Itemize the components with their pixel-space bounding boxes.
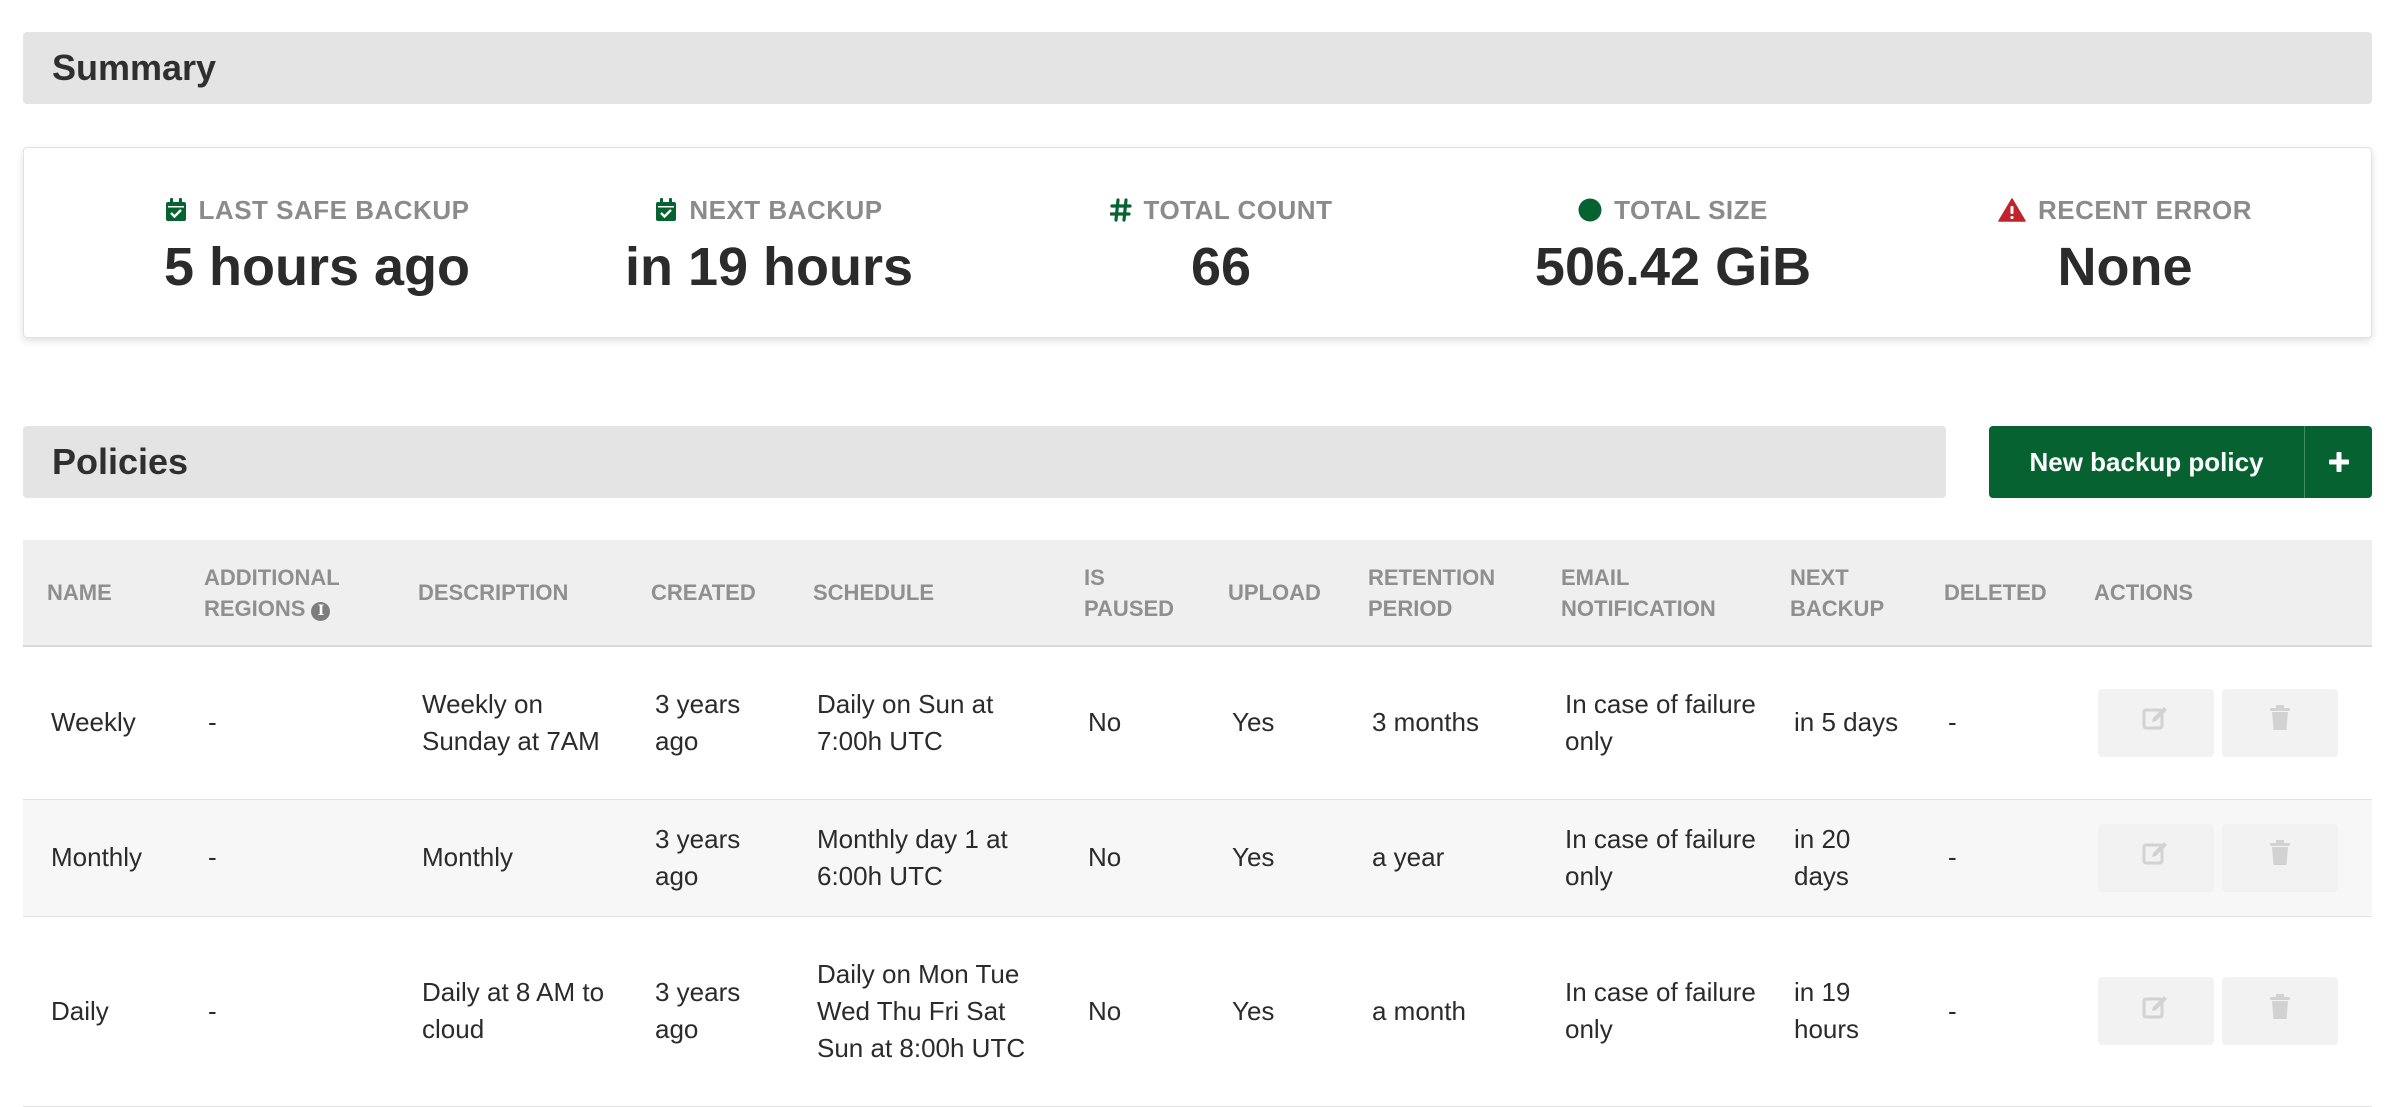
cell-additional-regions: - — [208, 707, 217, 738]
cell-schedule: Daily on Sun at 7:00h UTC — [817, 688, 994, 756]
cell-email-notification: In case of failure only — [1565, 977, 1756, 1044]
column-header-additional-regions[interactable]: ADDITIONAL REGIONS i — [180, 540, 394, 647]
cell-deleted: - — [1948, 995, 1957, 1026]
edit-button[interactable] — [2098, 977, 2214, 1045]
cell-email-notification: In case of failure only — [1565, 688, 1756, 756]
edit-button[interactable] — [2098, 688, 2214, 757]
delete-button[interactable] — [2222, 977, 2338, 1045]
cell-name: Monthly — [51, 842, 143, 872]
cell-next-backup: in 19 hours — [1794, 977, 1860, 1044]
column-header-retention-period[interactable]: RETENTION PERIOD — [1344, 540, 1537, 647]
column-header-description[interactable]: DESCRIPTION — [394, 540, 627, 647]
stat-value: 506.42 GiB — [1534, 237, 1812, 297]
policies-title: Policies — [52, 441, 189, 482]
column-header-schedule[interactable]: SCHEDULE — [789, 540, 1060, 647]
stat-total-count: TOTAL COUNT 66 — [995, 148, 1447, 298]
stat-label: LAST SAFE BACKUP — [198, 194, 470, 225]
trash-icon — [2269, 839, 2291, 876]
plus-icon — [2305, 426, 2372, 498]
summary-title: Summary — [52, 47, 217, 88]
stat-label: TOTAL COUNT — [1143, 194, 1333, 225]
cell-retention-period: a month — [1372, 995, 1466, 1026]
cell-additional-regions: - — [208, 995, 217, 1026]
column-header-actions: ACTIONS — [2070, 540, 2372, 647]
warning-triangle-icon — [1998, 198, 2026, 222]
cell-upload: Yes — [1232, 707, 1275, 738]
delete-button[interactable] — [2222, 823, 2338, 892]
column-header-created[interactable]: CREATED — [627, 540, 789, 647]
cell-deleted: - — [1948, 842, 1957, 872]
new-backup-policy-button[interactable]: New backup policy — [1989, 426, 2372, 498]
cell-name: Daily — [51, 995, 109, 1026]
cell-actions — [2070, 799, 2372, 916]
cell-name: Weekly — [51, 707, 136, 738]
info-icon[interactable]: i — [311, 601, 331, 621]
cell-actions — [2070, 646, 2372, 799]
cell-deleted: - — [1948, 707, 1957, 738]
cell-description: Weekly on Sunday at 7AM — [422, 688, 600, 756]
stat-label: RECENT ERROR — [2037, 194, 2252, 225]
cell-is-paused: No — [1088, 842, 1122, 872]
cell-is-paused: No — [1088, 995, 1122, 1026]
cell-created: 3 years ago — [655, 688, 741, 756]
column-header-is-paused[interactable]: IS PAUSED — [1060, 540, 1204, 647]
trash-icon — [2269, 993, 2291, 1030]
new-backup-policy-label: New backup policy — [1989, 426, 2305, 498]
cell-email-notification: In case of failure only — [1565, 823, 1756, 891]
cell-next-backup: in 20 days — [1794, 823, 1851, 891]
edit-icon — [2142, 839, 2170, 876]
column-header-next-backup[interactable]: NEXT BACKUP — [1766, 540, 1920, 647]
summary-card: LAST SAFE BACKUP 5 hours ago NEXT BACKUP… — [23, 147, 2372, 338]
edit-icon — [2142, 993, 2170, 1030]
edit-icon — [2142, 704, 2170, 741]
stat-recent-error: RECENT ERROR None — [1899, 148, 2351, 298]
table-header-row: NAME ADDITIONAL REGIONS i DESCRIPTION CRE… — [23, 540, 2372, 647]
stat-value: in 19 hours — [624, 237, 914, 297]
cell-created: 3 years ago — [655, 977, 741, 1044]
hash-icon — [1109, 198, 1132, 222]
cell-schedule: Monthly day 1 at 6:00h UTC — [817, 823, 1008, 891]
stat-value: 5 hours ago — [163, 237, 471, 297]
cell-schedule: Daily on Mon Tue Wed Thu Fri Sat Sun at … — [817, 958, 1026, 1063]
cell-created: 3 years ago — [655, 823, 741, 891]
delete-button[interactable] — [2222, 688, 2338, 757]
calendar-check-icon — [165, 198, 187, 222]
column-header-name[interactable]: NAME — [23, 540, 180, 647]
circle-icon — [1578, 198, 1602, 222]
column-header-deleted[interactable]: DELETED — [1920, 540, 2070, 647]
policies-table: NAME ADDITIONAL REGIONS i DESCRIPTION CRE… — [23, 540, 2372, 1107]
column-header-email-notification[interactable]: EMAIL NOTIFICATION — [1537, 540, 1766, 647]
backup-page: Summary LAST SAFE BACKUP 5 hours ago NEX… — [0, 0, 2404, 1106]
cell-is-paused: No — [1088, 707, 1122, 738]
cell-additional-regions: - — [208, 842, 217, 872]
stat-value: None — [2057, 237, 2193, 297]
cell-upload: Yes — [1232, 995, 1275, 1026]
table-row[interactable]: Daily - Daily at 8 AM to cloud 3 years a… — [23, 916, 2372, 1106]
stat-last-safe-backup: LAST SAFE BACKUP 5 hours ago — [91, 148, 543, 298]
cell-retention-period: a year — [1372, 842, 1445, 872]
calendar-check-icon — [655, 198, 677, 222]
table-row[interactable]: Monthly - Monthly 3 years ago Monthly da… — [23, 799, 2372, 916]
cell-upload: Yes — [1232, 842, 1275, 872]
cell-description: Monthly — [422, 842, 514, 872]
stat-total-size: TOTAL SIZE 506.42 GiB — [1447, 148, 1899, 298]
stat-next-backup: NEXT BACKUP in 19 hours — [543, 148, 995, 298]
cell-retention-period: 3 months — [1372, 707, 1479, 738]
cell-actions — [2070, 916, 2372, 1106]
edit-button[interactable] — [2098, 823, 2214, 892]
column-header-upload[interactable]: UPLOAD — [1204, 540, 1344, 647]
cell-next-backup: in 5 days — [1794, 707, 1899, 738]
policies-header: Policies — [23, 426, 1946, 498]
stat-value: 66 — [1190, 237, 1252, 297]
stat-label: TOTAL SIZE — [1614, 194, 1768, 225]
summary-header: Summary — [23, 32, 2372, 104]
stat-label: NEXT BACKUP — [689, 194, 883, 225]
cell-description: Daily at 8 AM to cloud — [422, 977, 605, 1044]
table-row[interactable]: Weekly - Weekly on Sunday at 7AM 3 years… — [23, 646, 2372, 799]
trash-icon — [2269, 704, 2291, 741]
